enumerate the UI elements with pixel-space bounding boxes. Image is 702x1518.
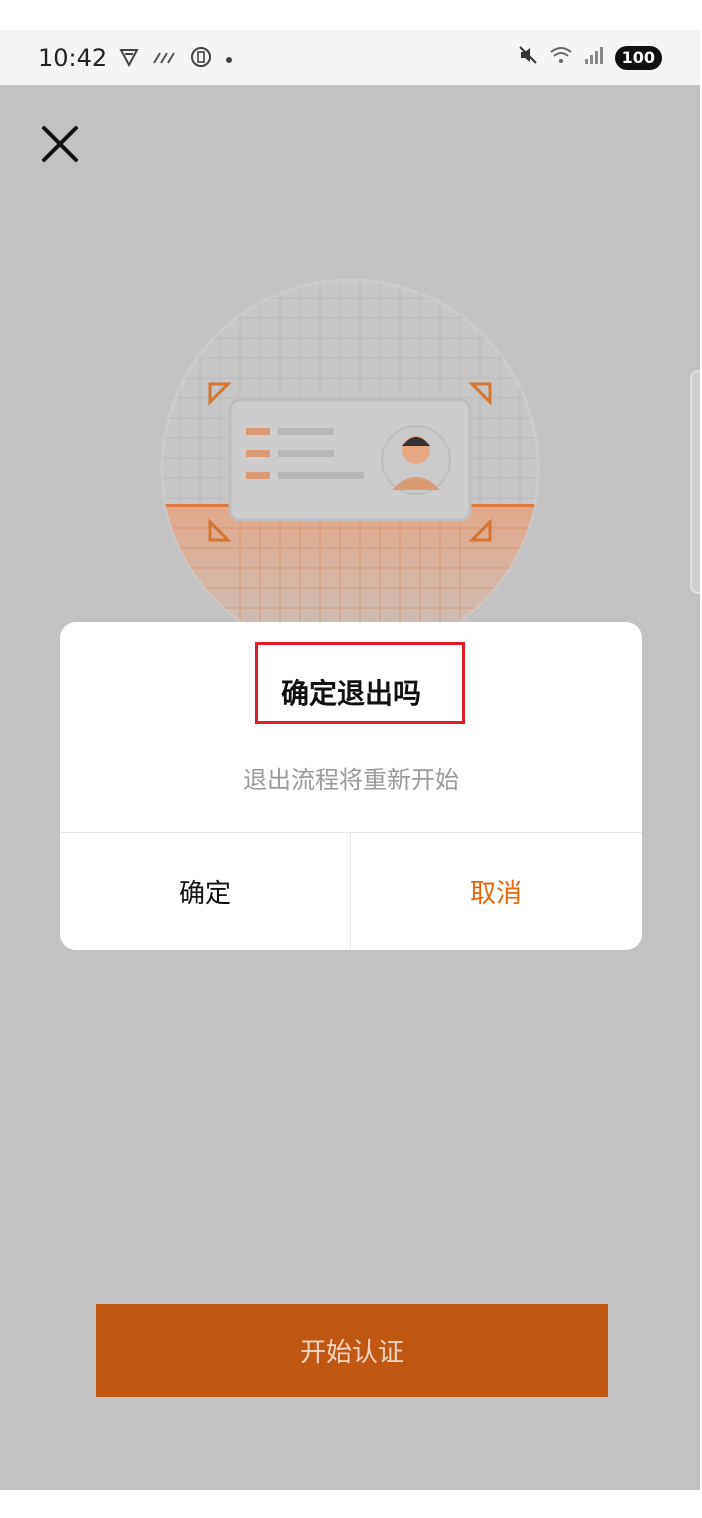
status-time: 10:42 [38, 44, 108, 72]
exit-confirm-dialog: 确定退出吗 退出流程将重新开始 确定 取消 [60, 622, 642, 950]
vpn-shield-icon [118, 46, 140, 74]
id-card-illustration [160, 278, 540, 658]
status-left-icons [118, 46, 234, 74]
close-icon[interactable] [38, 122, 82, 166]
wifi-icon [549, 44, 573, 72]
status-bar: 10:42 100 [0, 30, 700, 85]
cellular-signal-icon [583, 45, 605, 71]
confirm-button[interactable]: 确定 [60, 833, 350, 950]
close-button[interactable] [38, 122, 82, 166]
mute-icon [517, 44, 539, 72]
title-highlight-box [255, 642, 465, 724]
status-right-icons: 100 [517, 44, 662, 72]
signal-dash-icon [152, 47, 178, 73]
dialog-message: 退出流程将重新开始 [243, 766, 459, 794]
app-screen: 10:42 100 确定退出吗 退出流程将重新开始 确定 取消 开始认证 [0, 30, 700, 1490]
side-scroll-handle[interactable] [690, 370, 700, 594]
cancel-button[interactable]: 取消 [351, 833, 641, 950]
start-verification-button[interactable]: 开始认证 [96, 1304, 608, 1397]
app-notification-icon [190, 46, 212, 74]
dot-icon [224, 49, 234, 71]
battery-indicator: 100 [614, 46, 662, 70]
